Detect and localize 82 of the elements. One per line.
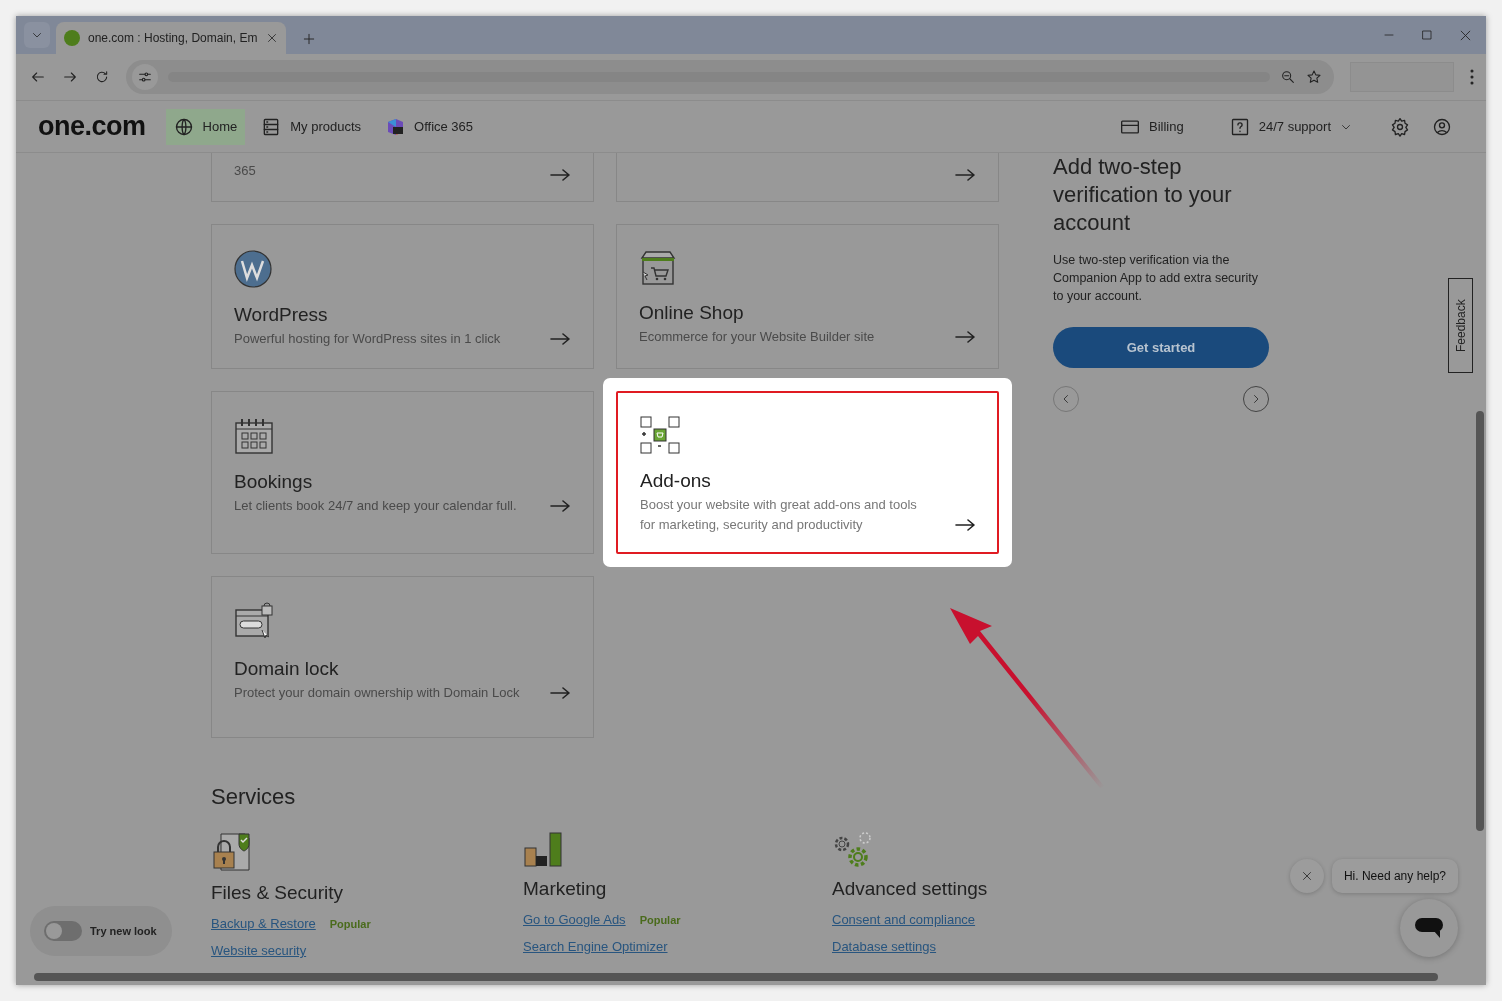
reload-icon: [94, 69, 110, 85]
chat-message: Hi. Need any help?: [1331, 859, 1458, 893]
arrow-right-icon: [955, 169, 975, 181]
zoom-out-icon: [1280, 69, 1296, 85]
arrow-right-icon: [955, 331, 975, 343]
get-started-button[interactable]: Get started: [1053, 327, 1269, 368]
forward-arrow-icon: [62, 69, 78, 85]
product-description: Powerful hosting for WordPress sites in 1 click: [234, 330, 502, 348]
browser-tab[interactable]: one.com : Hosting, Domain, Em: [56, 22, 286, 54]
popular-label: Popular: [329, 917, 371, 930]
nav-item[interactable]: Office 365: [377, 108, 482, 145]
chat-bubble-icon: [1414, 916, 1444, 940]
product-title: WordPress: [234, 304, 329, 326]
section-heading: Services: [211, 784, 297, 810]
nav-item[interactable]: My products: [253, 108, 370, 145]
site-favicon-icon: [64, 30, 80, 46]
browser-menu-button[interactable]: [1470, 69, 1474, 85]
promo-title: Add two-step verification to your account: [1053, 153, 1233, 237]
maximize-button[interactable]: [1421, 29, 1433, 41]
calendar-icon: [234, 417, 274, 455]
close-icon: [1459, 28, 1472, 42]
account-button[interactable]: [1432, 116, 1452, 137]
user-icon: [1432, 116, 1452, 137]
nav-item[interactable]: Billing: [1112, 108, 1192, 145]
gears-icon: [832, 832, 872, 868]
arrow-right-icon: [550, 169, 570, 181]
toggle-label: Try new look: [90, 925, 157, 937]
product-card[interactable]: Bookings Let clients book 24/7 and keep your calendar full.: [211, 391, 594, 554]
popular-label: Popular: [639, 913, 681, 926]
service-group-title: Files & Security: [211, 882, 344, 904]
reload-button[interactable]: [94, 69, 110, 85]
site-settings-icon[interactable]: [132, 64, 158, 90]
new-look-toggle[interactable]: [44, 921, 82, 941]
vertical-scrollbar[interactable]: [1476, 411, 1484, 831]
service-group-title: Marketing: [523, 878, 608, 900]
product-title: Bookings: [234, 471, 314, 493]
shop-cart-icon: [639, 250, 677, 286]
close-icon: [1301, 870, 1313, 882]
globe-icon: [173, 116, 194, 137]
arrow-right-icon: [550, 687, 570, 699]
chat-button[interactable]: [1400, 899, 1458, 957]
maximize-icon: [1421, 29, 1433, 41]
back-button[interactable]: [30, 69, 46, 85]
product-description: 365: [234, 162, 257, 180]
settings-icon: [1390, 116, 1410, 137]
wordpress-logo-icon: [234, 250, 272, 288]
nav-item[interactable]: 24/7 support: [1221, 108, 1360, 145]
product-card[interactable]: Domain lock Protect your domain ownership with Domain Lock: [211, 576, 594, 738]
product-card[interactable]: WordPress Powerful hosting for WordPress sites in 1 click: [211, 224, 594, 369]
service-group-title: Advanced settings: [832, 878, 988, 900]
settings-button[interactable]: [1390, 116, 1410, 137]
forward-button[interactable]: [62, 69, 78, 85]
horizontal-scrollbar[interactable]: [34, 973, 1438, 981]
question-mark-icon: [1229, 116, 1250, 137]
product-title: Add-ons: [640, 470, 712, 492]
product-card[interactable]: 365: [211, 153, 594, 202]
product-description: Protect your domain ownership with Domain Lock: [234, 684, 521, 702]
product-description: Let clients book 24/7 and keep your calendar full.: [234, 497, 518, 515]
product-title: Domain lock: [234, 658, 340, 680]
product-title: Online Shop: [639, 302, 745, 324]
close-window-button[interactable]: [1459, 28, 1472, 42]
arrow-right-icon: [955, 519, 975, 531]
padlock-shield-icon: [211, 832, 251, 872]
plus-icon: [302, 32, 316, 46]
office-logo-icon: [385, 116, 406, 137]
back-arrow-icon: [30, 69, 46, 85]
star-icon: [1306, 69, 1322, 85]
kebab-menu-icon: [1470, 69, 1474, 85]
promo-text: Use two-step verification via the Companion App to add extra security to your account.: [1053, 252, 1259, 305]
sliders-icon: [137, 69, 153, 85]
feedback-tab[interactable]: Feedback: [1448, 278, 1473, 373]
arrow-right-icon: [550, 333, 570, 345]
site-logo[interactable]: one.com: [38, 111, 146, 142]
bar-graph-icon: [523, 832, 563, 868]
close-icon: [266, 32, 278, 44]
new-tab-button[interactable]: [302, 32, 316, 46]
arrow-right-icon: [550, 500, 570, 512]
product-description: Ecommerce for your Website Builder site: [639, 328, 876, 346]
nav-item[interactable]: Home: [165, 108, 246, 145]
addons-grid-icon: [640, 416, 680, 454]
product-description: Boost your website with great add-ons and tools for marketing, security and productivity: [640, 496, 918, 534]
product-card[interactable]: Online Shop Ecommerce for your Website Builder site: [616, 224, 999, 369]
